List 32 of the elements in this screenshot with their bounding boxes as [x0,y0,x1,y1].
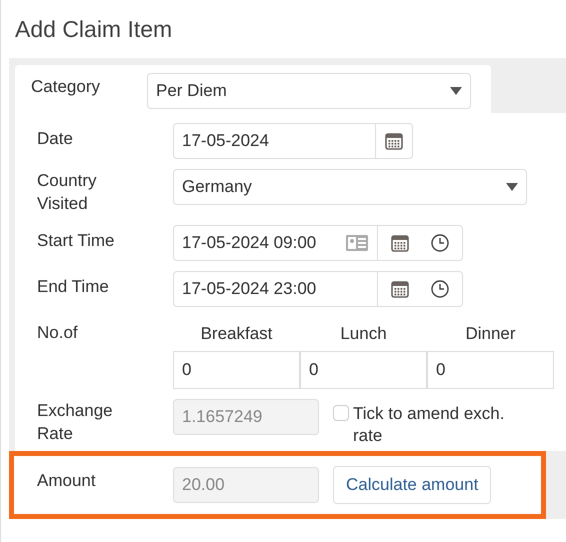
country-select[interactable]: Germany [173,169,527,205]
field-label: Amount [37,470,97,492]
caret-icon [450,87,462,95]
page-title: Add Claim Item [14,15,174,44]
clock-icon[interactable] [430,233,450,253]
field-label: Country Visited [37,170,98,215]
field-value: 17-05-2024 23:00 [182,278,318,300]
calendar-icon[interactable] [390,279,410,299]
datetime-field[interactable]: 17-05-2024 09:00 [173,225,463,261]
column-header: Lunch [339,323,388,345]
category-select[interactable]: Per Diem [147,73,471,109]
meal-count-field[interactable]: 0 [300,350,427,388]
meal-count-field[interactable]: 0 [427,350,554,388]
checkbox[interactable] [333,404,349,420]
datetime-field[interactable]: 17-05-2024 23:00 [173,271,463,307]
meal-count-field[interactable]: 0 [173,350,300,388]
calendar-icon[interactable] [390,233,410,253]
checkbox-label: Tick to amend exch. rate [353,402,506,446]
field-value: 17-05-2024 09:00 [182,232,318,254]
field-label: Start Time [37,230,116,252]
caret-icon [506,183,518,191]
calculate-amount-button[interactable]: Calculate amount [333,466,492,504]
field-label: Exchange Rate [37,400,114,444]
calendar-icon[interactable] [384,131,404,151]
date-field[interactable]: 17-05-2024 [173,123,413,159]
column-header: Breakfast [200,323,274,345]
clock-icon[interactable] [430,279,450,299]
field-label: End Time [37,276,110,298]
field-label: No.of [37,322,79,344]
field-label: Date [37,128,74,150]
field-label: Category [31,76,101,98]
column-header: Dinner [464,323,517,345]
